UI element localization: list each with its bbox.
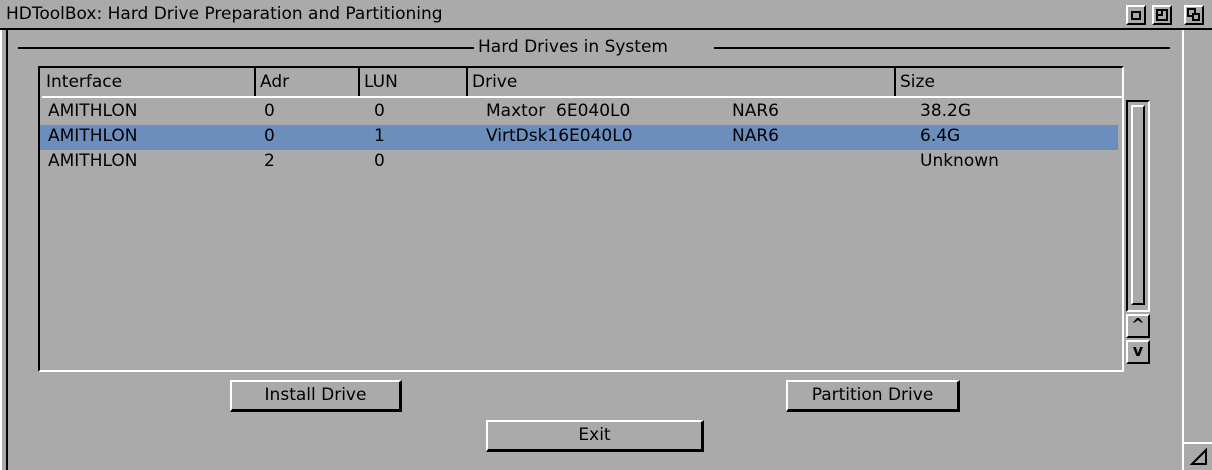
window-right-border (1182, 30, 1212, 470)
exit-button[interactable]: Exit (486, 420, 704, 452)
cell-size: 6.4G (920, 126, 961, 146)
cell-interface: AMITHLON (48, 101, 138, 121)
cell-adr: 0 (264, 101, 275, 121)
cell-revision: NAR6 (732, 101, 779, 121)
cell-interface: AMITHLON (48, 126, 138, 146)
scroll-down-button[interactable]: v (1126, 340, 1150, 364)
cell-lun: 0 (374, 151, 385, 171)
group-title: Hard Drives in System (478, 37, 668, 57)
column-header-interface[interactable]: Interface (42, 68, 254, 96)
list-scrollbar[interactable]: ^ v (1124, 100, 1154, 368)
install-drive-button[interactable]: Install Drive (230, 380, 402, 412)
scroll-knob[interactable] (1131, 105, 1145, 305)
cell-revision: NAR6 (732, 126, 779, 146)
depth-icon[interactable] (1184, 5, 1204, 25)
window-title: HDToolBox: Hard Drive Preparation and Pa… (6, 4, 443, 24)
title-bar[interactable]: HDToolBox: Hard Drive Preparation and Pa… (0, 0, 1212, 30)
partition-drive-button[interactable]: Partition Drive (786, 380, 960, 412)
iconify-icon[interactable] (1126, 5, 1146, 25)
cell-adr: 0 (264, 126, 275, 146)
cell-lun: 1 (374, 126, 385, 146)
group-frame-title: Hard Drives in System (0, 36, 1192, 60)
column-header-drive[interactable]: Drive (466, 68, 894, 96)
resize-icon[interactable] (1182, 442, 1212, 470)
zoom-icon[interactable] (1152, 5, 1172, 25)
table-row[interactable]: AMITHLON 0 0 Maxtor 6E040L0 NAR6 38.2G (40, 100, 1118, 125)
cell-size: Unknown (920, 151, 999, 171)
cell-adr: 2 (264, 151, 275, 171)
cell-drive: Maxtor 6E040L0 (486, 101, 631, 121)
group-line-right (714, 47, 1170, 49)
column-header-size[interactable]: Size (894, 68, 1122, 96)
cell-interface: AMITHLON (48, 151, 138, 171)
list-header: Interface Adr LUN Drive Size (42, 68, 1122, 98)
table-row[interactable]: AMITHLON 2 0 Unknown (40, 150, 1118, 175)
column-header-lun[interactable]: LUN (358, 68, 466, 96)
table-row-selected[interactable]: AMITHLON 0 1 VirtDsk16E040L0 NAR6 6.4G (40, 125, 1118, 150)
hdtoolbox-window: HDToolBox: Hard Drive Preparation and Pa… (0, 0, 1212, 470)
drive-list[interactable]: Interface Adr LUN Drive Size AMITHLON 0 … (38, 66, 1124, 372)
scroll-track[interactable] (1126, 100, 1150, 312)
column-header-adr[interactable]: Adr (254, 68, 358, 96)
window-left-border (0, 30, 8, 470)
scroll-up-button[interactable]: ^ (1126, 314, 1150, 338)
cell-lun: 0 (374, 101, 385, 121)
cell-size: 38.2G (920, 101, 972, 121)
cell-drive: VirtDsk16E040L0 (486, 126, 633, 146)
group-line-left (18, 47, 474, 49)
